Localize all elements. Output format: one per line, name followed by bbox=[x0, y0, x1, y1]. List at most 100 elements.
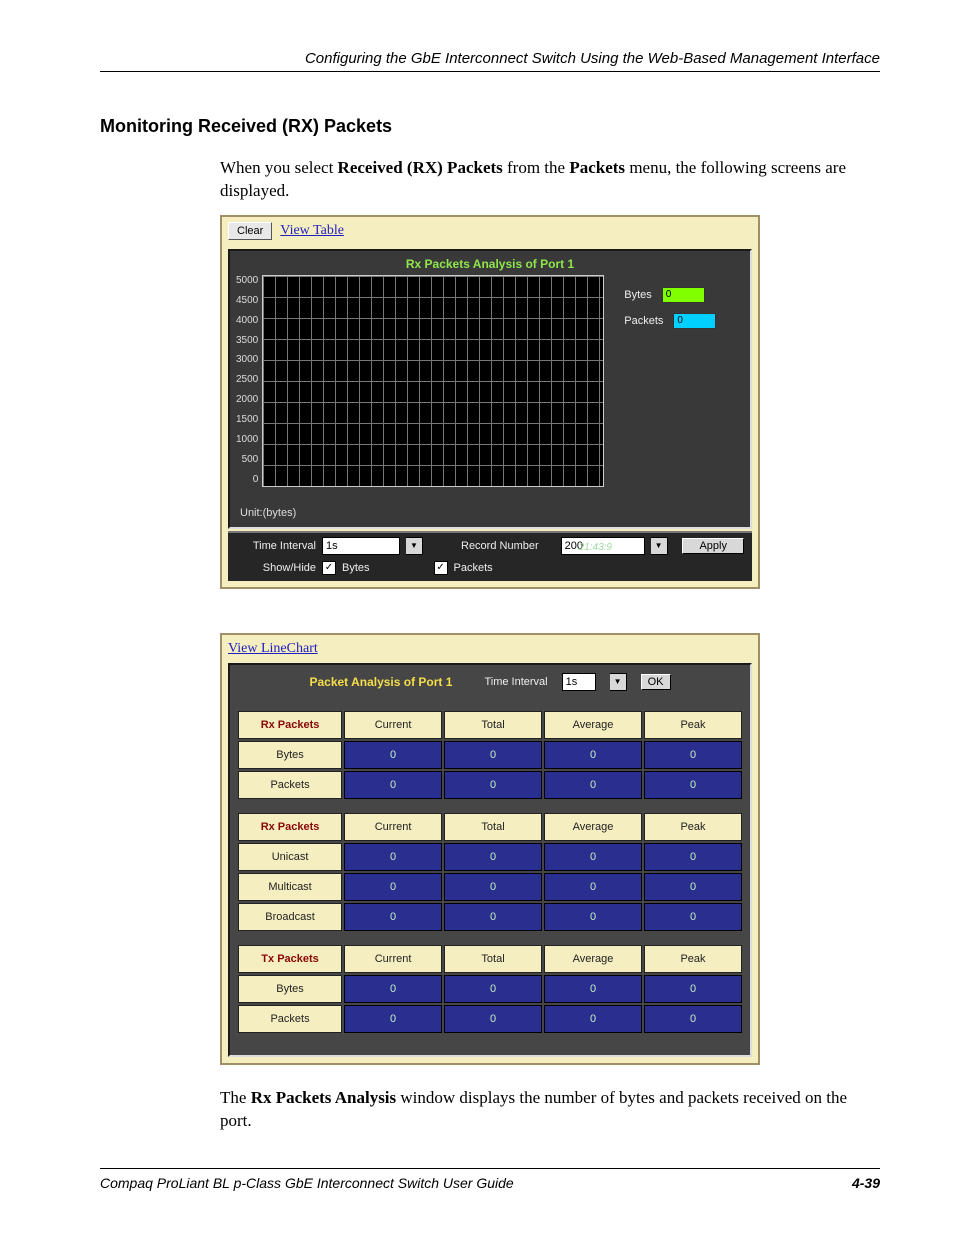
table-header-bar: Packet Analysis of Port 1 Time Interval … bbox=[236, 671, 744, 709]
tables-container: Rx PacketsCurrentTotalAveragePeakBytes00… bbox=[236, 709, 744, 1035]
apply-button[interactable]: Apply bbox=[682, 538, 744, 554]
time-interval-label: Time Interval bbox=[236, 540, 316, 552]
chart-grid bbox=[262, 275, 604, 487]
row-label: Bytes bbox=[238, 975, 342, 1003]
ok-button[interactable]: OK bbox=[641, 674, 671, 690]
outro-bold: Rx Packets Analysis bbox=[251, 1088, 396, 1107]
legend-bytes-value: 0 bbox=[662, 287, 705, 303]
cell-value: 0 bbox=[644, 741, 742, 769]
view-linechart-link[interactable]: View LineChart bbox=[228, 641, 318, 656]
table-row: Packets0000 bbox=[238, 771, 742, 799]
table-toolbar: View LineChart bbox=[222, 635, 758, 659]
cell-value: 0 bbox=[544, 771, 642, 799]
record-number-dropdown-icon[interactable]: ▼ bbox=[651, 537, 668, 555]
y-tick: 500 bbox=[242, 454, 259, 465]
table-column-header: Peak bbox=[644, 945, 742, 973]
table-column-header: Peak bbox=[644, 813, 742, 841]
footer-page-number: 4-39 bbox=[852, 1175, 880, 1191]
cell-value: 0 bbox=[544, 843, 642, 871]
chart-time-tick: 21:43:9 bbox=[579, 542, 612, 553]
table-group-header: Rx Packets bbox=[238, 813, 342, 841]
clear-button[interactable]: Clear bbox=[228, 222, 272, 240]
table-row: Packets0000 bbox=[238, 1005, 742, 1033]
outro-paragraph: The Rx Packets Analysis window displays … bbox=[220, 1087, 880, 1133]
view-table-link[interactable]: View Table bbox=[280, 223, 344, 239]
y-tick: 1500 bbox=[236, 414, 258, 425]
chart-title: Rx Packets Analysis of Port 1 bbox=[230, 251, 750, 275]
chart-y-axis: 5000 4500 4000 3500 3000 2500 2000 1500 … bbox=[236, 275, 262, 485]
chart-controls-row2: Show/Hide ✓ Bytes ✓ Packets bbox=[228, 557, 752, 581]
y-tick: 3500 bbox=[236, 335, 258, 346]
intro-bold2: Packets bbox=[569, 158, 625, 177]
table-column-header: Total bbox=[444, 711, 542, 739]
cell-value: 0 bbox=[444, 873, 542, 901]
y-tick: 2500 bbox=[236, 374, 258, 385]
legend-packets: Packets 0 bbox=[624, 313, 716, 329]
cell-value: 0 bbox=[544, 975, 642, 1003]
chart-toolbar: Clear View Table bbox=[222, 217, 758, 245]
cell-value: 0 bbox=[444, 771, 542, 799]
cell-value: 0 bbox=[644, 1005, 742, 1033]
y-tick: 0 bbox=[253, 474, 259, 485]
cell-value: 0 bbox=[644, 771, 742, 799]
table-title: Packet Analysis of Port 1 bbox=[309, 675, 452, 689]
cell-value: 0 bbox=[344, 903, 442, 931]
legend-bytes-label: Bytes bbox=[624, 289, 652, 301]
packets-checkbox[interactable]: ✓ bbox=[434, 561, 448, 575]
y-tick: 4500 bbox=[236, 295, 258, 306]
y-tick: 2000 bbox=[236, 394, 258, 405]
cell-value: 0 bbox=[444, 741, 542, 769]
footer-left: Compaq ProLiant BL p-Class GbE Interconn… bbox=[100, 1175, 514, 1191]
row-label: Broadcast bbox=[238, 903, 342, 931]
y-tick: 3000 bbox=[236, 354, 258, 365]
outro-pre: The bbox=[220, 1088, 251, 1107]
chart-body: 5000 4500 4000 3500 3000 2500 2000 1500 … bbox=[230, 275, 750, 527]
cell-value: 0 bbox=[344, 1005, 442, 1033]
intro-mid: from the bbox=[503, 158, 570, 177]
table-column-header: Peak bbox=[644, 711, 742, 739]
table-panel: Packet Analysis of Port 1 Time Interval … bbox=[228, 663, 752, 1057]
table-column-header: Average bbox=[544, 945, 642, 973]
cell-value: 0 bbox=[344, 771, 442, 799]
table-column-header: Current bbox=[344, 711, 442, 739]
section-heading: Monitoring Received (RX) Packets bbox=[100, 116, 880, 137]
table-column-header: Current bbox=[344, 813, 442, 841]
chart-legend: Bytes 0 Packets 0 bbox=[624, 275, 716, 487]
cell-value: 0 bbox=[444, 975, 542, 1003]
table-time-interval-input[interactable] bbox=[562, 673, 596, 691]
table-time-interval-dropdown-icon[interactable]: ▼ bbox=[610, 673, 627, 691]
page-header: Configuring the GbE Interconnect Switch … bbox=[100, 50, 880, 72]
table-group-header: Tx Packets bbox=[238, 945, 342, 973]
cell-value: 0 bbox=[444, 903, 542, 931]
rx-table-screenshot: View LineChart Packet Analysis of Port 1… bbox=[220, 633, 760, 1065]
time-interval-input[interactable] bbox=[322, 537, 400, 555]
data-table: Rx PacketsCurrentTotalAveragePeakBytes00… bbox=[236, 709, 744, 801]
row-label: Unicast bbox=[238, 843, 342, 871]
cell-value: 0 bbox=[444, 843, 542, 871]
rx-chart-screenshot: Clear View Table Rx Packets Analysis of … bbox=[220, 215, 760, 589]
chart-controls-row1: Time Interval ▼ Record Number ▼ Apply bbox=[228, 531, 752, 557]
time-interval-dropdown-icon[interactable]: ▼ bbox=[406, 537, 423, 555]
table-column-header: Total bbox=[444, 813, 542, 841]
cell-value: 0 bbox=[544, 873, 642, 901]
bytes-checkbox[interactable]: ✓ bbox=[322, 561, 336, 575]
chart-unit-label: Unit:(bytes) bbox=[230, 489, 750, 527]
legend-packets-label: Packets bbox=[624, 315, 663, 327]
bytes-checkbox-label: Bytes bbox=[342, 562, 370, 574]
row-label: Packets bbox=[238, 771, 342, 799]
record-number-label: Record Number bbox=[461, 540, 539, 552]
table-column-header: Current bbox=[344, 945, 442, 973]
row-label: Multicast bbox=[238, 873, 342, 901]
table-column-header: Total bbox=[444, 945, 542, 973]
cell-value: 0 bbox=[644, 843, 742, 871]
y-tick: 5000 bbox=[236, 275, 258, 286]
table-time-interval-label: Time Interval bbox=[484, 676, 547, 688]
cell-value: 0 bbox=[644, 975, 742, 1003]
intro-pre: When you select bbox=[220, 158, 338, 177]
legend-bytes: Bytes 0 bbox=[624, 287, 716, 303]
cell-value: 0 bbox=[444, 1005, 542, 1033]
y-tick: 4000 bbox=[236, 315, 258, 326]
data-table: Tx PacketsCurrentTotalAveragePeakBytes00… bbox=[236, 943, 744, 1035]
table-row: Bytes0000 bbox=[238, 741, 742, 769]
intro-paragraph: When you select Received (RX) Packets fr… bbox=[220, 157, 880, 203]
